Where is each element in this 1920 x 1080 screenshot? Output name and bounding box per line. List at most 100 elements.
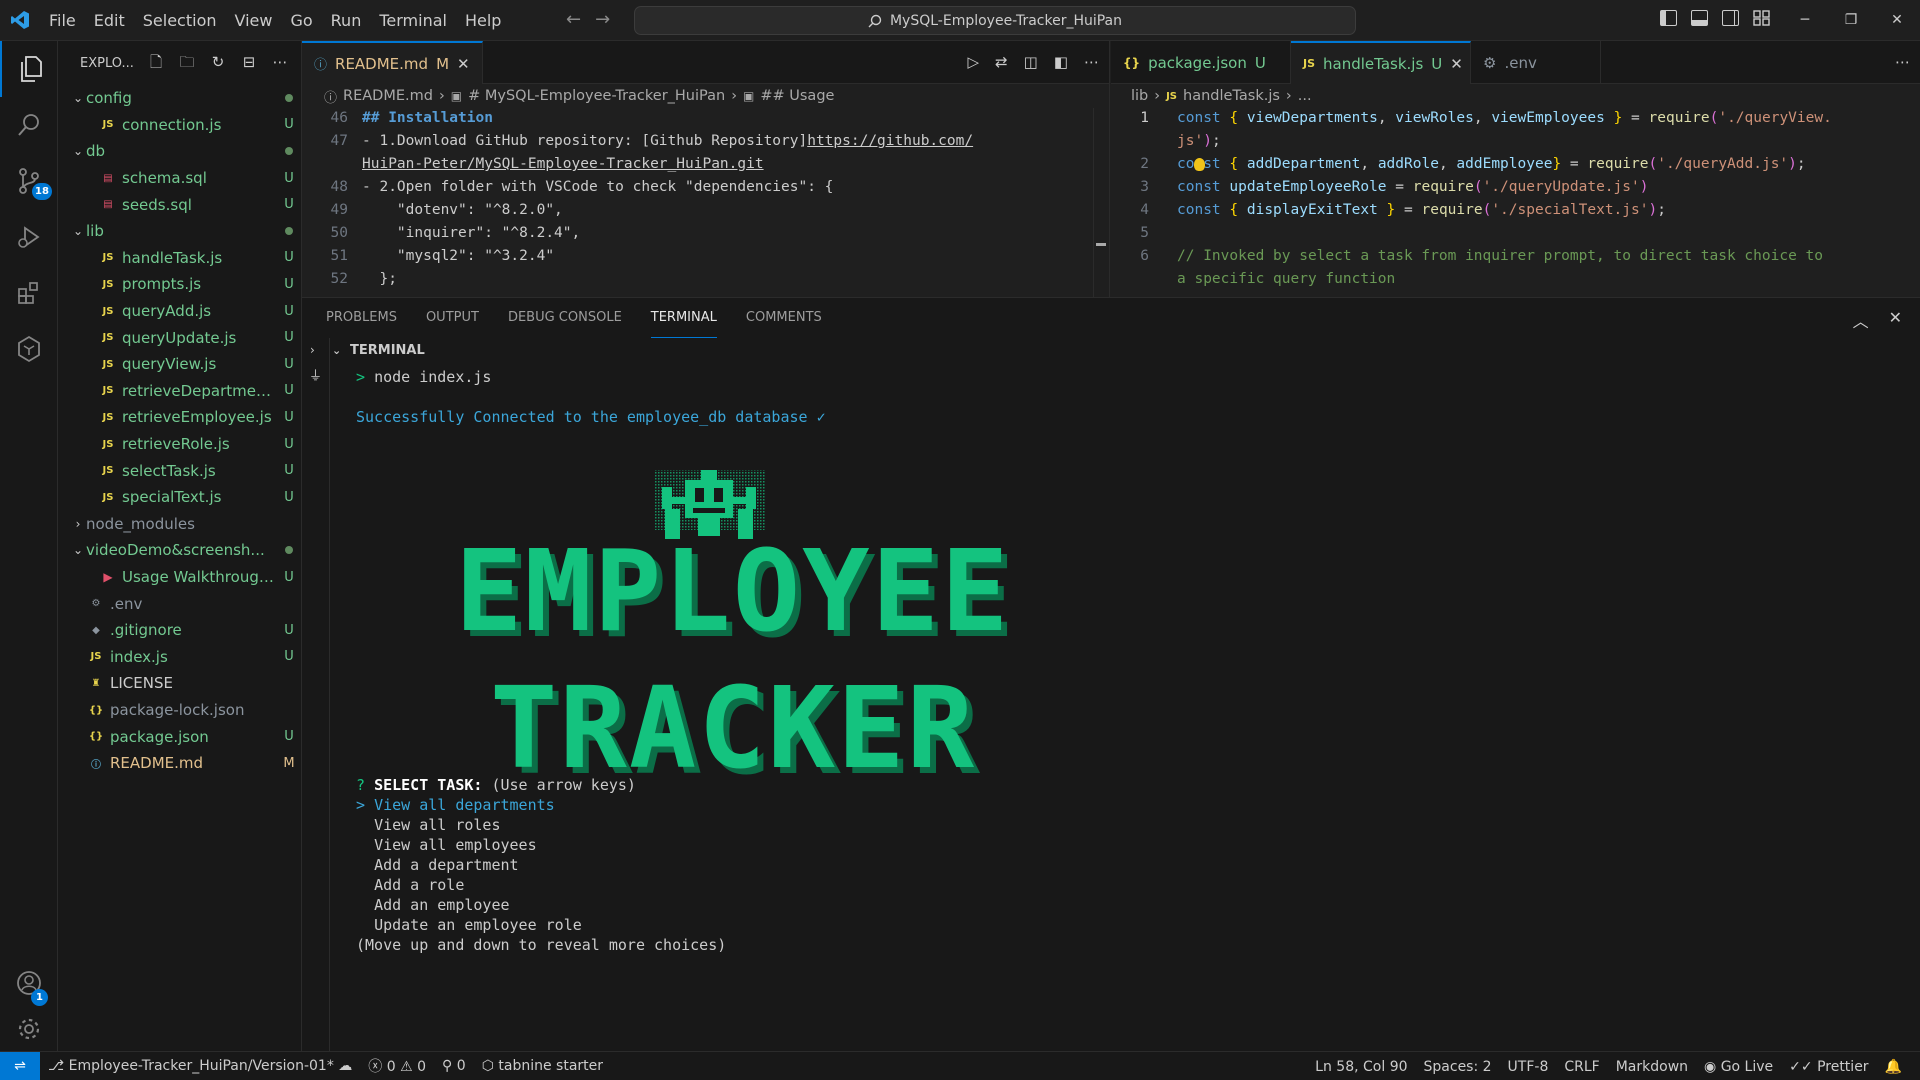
explorer-icon[interactable] <box>0 41 58 97</box>
menu-selection[interactable]: Selection <box>134 0 226 41</box>
customize-layout-icon[interactable] <box>1753 10 1770 26</box>
tree-item[interactable]: JS selectTask.js U <box>58 457 302 484</box>
refresh-icon[interactable]: ↻ <box>209 53 227 71</box>
minimize-icon[interactable]: ─ <box>1782 0 1828 41</box>
tab-package-json[interactable]: {} package.json U <box>1111 41 1291 84</box>
open-preview-icon[interactable]: ◫ <box>1024 53 1038 71</box>
remote-explorer-icon[interactable] <box>0 321 58 377</box>
tree-item[interactable]: ▤ seeds.sql U <box>58 191 302 218</box>
cursor-position[interactable]: Ln 58, Col 90 <box>1307 1059 1415 1075</box>
tree-item[interactable]: JS retrieveEmployee.js U <box>58 404 302 431</box>
tab-problems[interactable]: PROBLEMS <box>326 298 397 338</box>
tree-item[interactable]: ⚙ .env <box>58 590 302 617</box>
menu-go[interactable]: Go <box>281 0 321 41</box>
terminal-choice[interactable]: View all roles <box>356 816 500 834</box>
maximize-panel-icon[interactable]: ︿ <box>1853 308 1869 332</box>
lightbulb-icon[interactable] <box>1194 158 1205 171</box>
breadcrumb-item-folder[interactable]: lib <box>1131 88 1148 104</box>
problems-status[interactable]: ⓧ 0 ⚠ 0 <box>360 1056 434 1076</box>
tree-item[interactable]: ⌄ lib <box>58 218 302 245</box>
settings-gear-icon[interactable] <box>0 1001 58 1057</box>
breadcrumb-item-h1[interactable]: # MySQL-Employee-Tracker_HuiPan <box>468 88 725 104</box>
tree-item[interactable]: JS handleTask.js U <box>58 245 302 272</box>
tab-handletask-js[interactable]: JS handleTask.js U ✕ <box>1291 41 1471 84</box>
code-area-right[interactable]: 1 const { viewDepartments, viewRoles, vie… <box>1111 108 1911 297</box>
remote-indicator-icon[interactable]: ⇌ <box>0 1051 40 1080</box>
menu-terminal[interactable]: Terminal <box>370 0 456 41</box>
terminal-choice[interactable]: Update an employee role <box>356 916 582 934</box>
more-actions-icon[interactable]: ⋯ <box>271 53 289 71</box>
forward-arrow-icon[interactable]: → <box>595 9 610 30</box>
toggle-primary-sidebar-icon[interactable] <box>1660 10 1677 26</box>
terminal-choice[interactable]: View all employees <box>356 836 537 854</box>
tree-item[interactable]: JS connection.js U <box>58 112 302 139</box>
tree-item[interactable]: {} package-lock.json <box>58 697 302 724</box>
tab-comments[interactable]: COMMENTS <box>746 298 822 338</box>
tree-item[interactable]: JS queryView.js U <box>58 351 302 378</box>
notifications-bell-icon[interactable]: 🔔 <box>1877 1059 1910 1075</box>
collapse-all-icon[interactable]: ⊟ <box>240 53 258 71</box>
breadcrumb-item-more[interactable]: ... <box>1298 88 1312 104</box>
breadcrumb-item-file[interactable]: handleTask.js <box>1183 88 1280 104</box>
tab-debug-console[interactable]: DEBUG CONSOLE <box>508 298 622 338</box>
source-control-icon[interactable]: 18 <box>0 153 58 209</box>
encoding[interactable]: UTF-8 <box>1500 1059 1557 1075</box>
tree-item[interactable]: JS retrieveRole.js U <box>58 431 302 458</box>
code-link[interactable]: https://github.com/ <box>807 133 973 156</box>
run-icon[interactable]: ▷ <box>968 53 980 71</box>
tree-item[interactable]: ▶ Usage Walkthrough ... U <box>58 564 302 591</box>
terminal-choice[interactable]: Add an employee <box>356 896 509 914</box>
breadcrumb-item-h2[interactable]: ## Usage <box>760 88 834 104</box>
tree-item[interactable]: JS queryUpdate.js U <box>58 324 302 351</box>
scrollbar-left[interactable] <box>1093 108 1106 297</box>
editor-more-icon[interactable]: ⋯ <box>1084 53 1099 71</box>
tree-item[interactable]: JS prompts.js U <box>58 271 302 298</box>
code-link[interactable]: HuiPan-Peter/MySQL-Employee-Tracker_HuiP… <box>362 156 764 179</box>
menu-run[interactable]: Run <box>322 0 371 41</box>
tree-item[interactable]: JS queryAdd.js U <box>58 298 302 325</box>
command-center-search[interactable]: MySQL-Employee-Tracker_HuiPan <box>634 6 1356 35</box>
close-panel-icon[interactable]: ✕ <box>1889 308 1902 332</box>
close-tab-icon[interactable]: ✕ <box>1450 55 1463 73</box>
terminal[interactable]: > node index.js Successfully Connected t… <box>330 362 1920 1052</box>
tab-readme[interactable]: ⓘ README.md M ✕ <box>302 41 483 84</box>
tree-item[interactable]: JS index.js U <box>58 644 302 671</box>
tree-item[interactable]: ⓘ README.md M <box>58 750 302 777</box>
end-of-line[interactable]: CRLF <box>1556 1059 1607 1075</box>
compare-changes-icon[interactable]: ⇄ <box>995 53 1008 71</box>
toggle-secondary-sidebar-icon[interactable] <box>1722 10 1739 26</box>
indentation[interactable]: Spaces: 2 <box>1416 1059 1500 1075</box>
tree-item[interactable]: ⌄ config <box>58 85 302 112</box>
tabnine-status[interactable]: ⬡ tabnine starter <box>474 1058 611 1074</box>
terminal-section-header[interactable]: ⌄ TERMINAL <box>332 338 1920 362</box>
tree-item[interactable]: JS specialText.js U <box>58 484 302 511</box>
tab-output[interactable]: OUTPUT <box>426 298 479 338</box>
tree-item[interactable]: JS retrieveDepartments.js U <box>58 378 302 405</box>
terminal-choice[interactable]: Add a role <box>356 876 464 894</box>
editor-more-icon[interactable]: ⋯ <box>1895 53 1910 71</box>
terminal-choice[interactable]: Add a department <box>356 856 519 874</box>
terminal-choice-selected[interactable]: > View all departments <box>356 796 555 814</box>
chevron-right-icon[interactable]: › <box>310 343 315 357</box>
run-debug-icon[interactable] <box>0 209 58 265</box>
toggle-panel-icon[interactable] <box>1691 10 1708 26</box>
close-window-icon[interactable]: ✕ <box>1874 0 1920 41</box>
new-folder-icon[interactable]: 🗀 <box>178 53 196 71</box>
menu-view[interactable]: View <box>226 0 282 41</box>
new-file-icon[interactable]: 🗋 <box>147 53 165 71</box>
restore-icon[interactable]: ❐ <box>1828 0 1874 41</box>
breadcrumb-item-file[interactable]: README.md <box>343 88 433 104</box>
tree-item[interactable]: {} package.json U <box>58 723 302 750</box>
go-live[interactable]: ◉ Go Live <box>1696 1059 1781 1075</box>
menu-help[interactable]: Help <box>456 0 510 41</box>
tree-item[interactable]: ⌄ db <box>58 138 302 165</box>
close-tab-icon[interactable]: ✕ <box>457 55 470 73</box>
tree-item[interactable]: › node_modules <box>58 511 302 538</box>
tab-env[interactable]: ⚙ .env <box>1471 41 1601 84</box>
search-icon[interactable] <box>0 97 58 153</box>
back-arrow-icon[interactable]: ← <box>566 9 581 30</box>
code-area-left[interactable]: 46 ## Installation 47 - 1.Download GitHub … <box>302 108 1092 297</box>
branch-status[interactable]: ⎇ Employee-Tracker_HuiPan/Version-01* ☁ <box>40 1058 360 1074</box>
tree-item[interactable]: ◆ .gitignore U <box>58 617 302 644</box>
menu-edit[interactable]: Edit <box>85 0 134 41</box>
